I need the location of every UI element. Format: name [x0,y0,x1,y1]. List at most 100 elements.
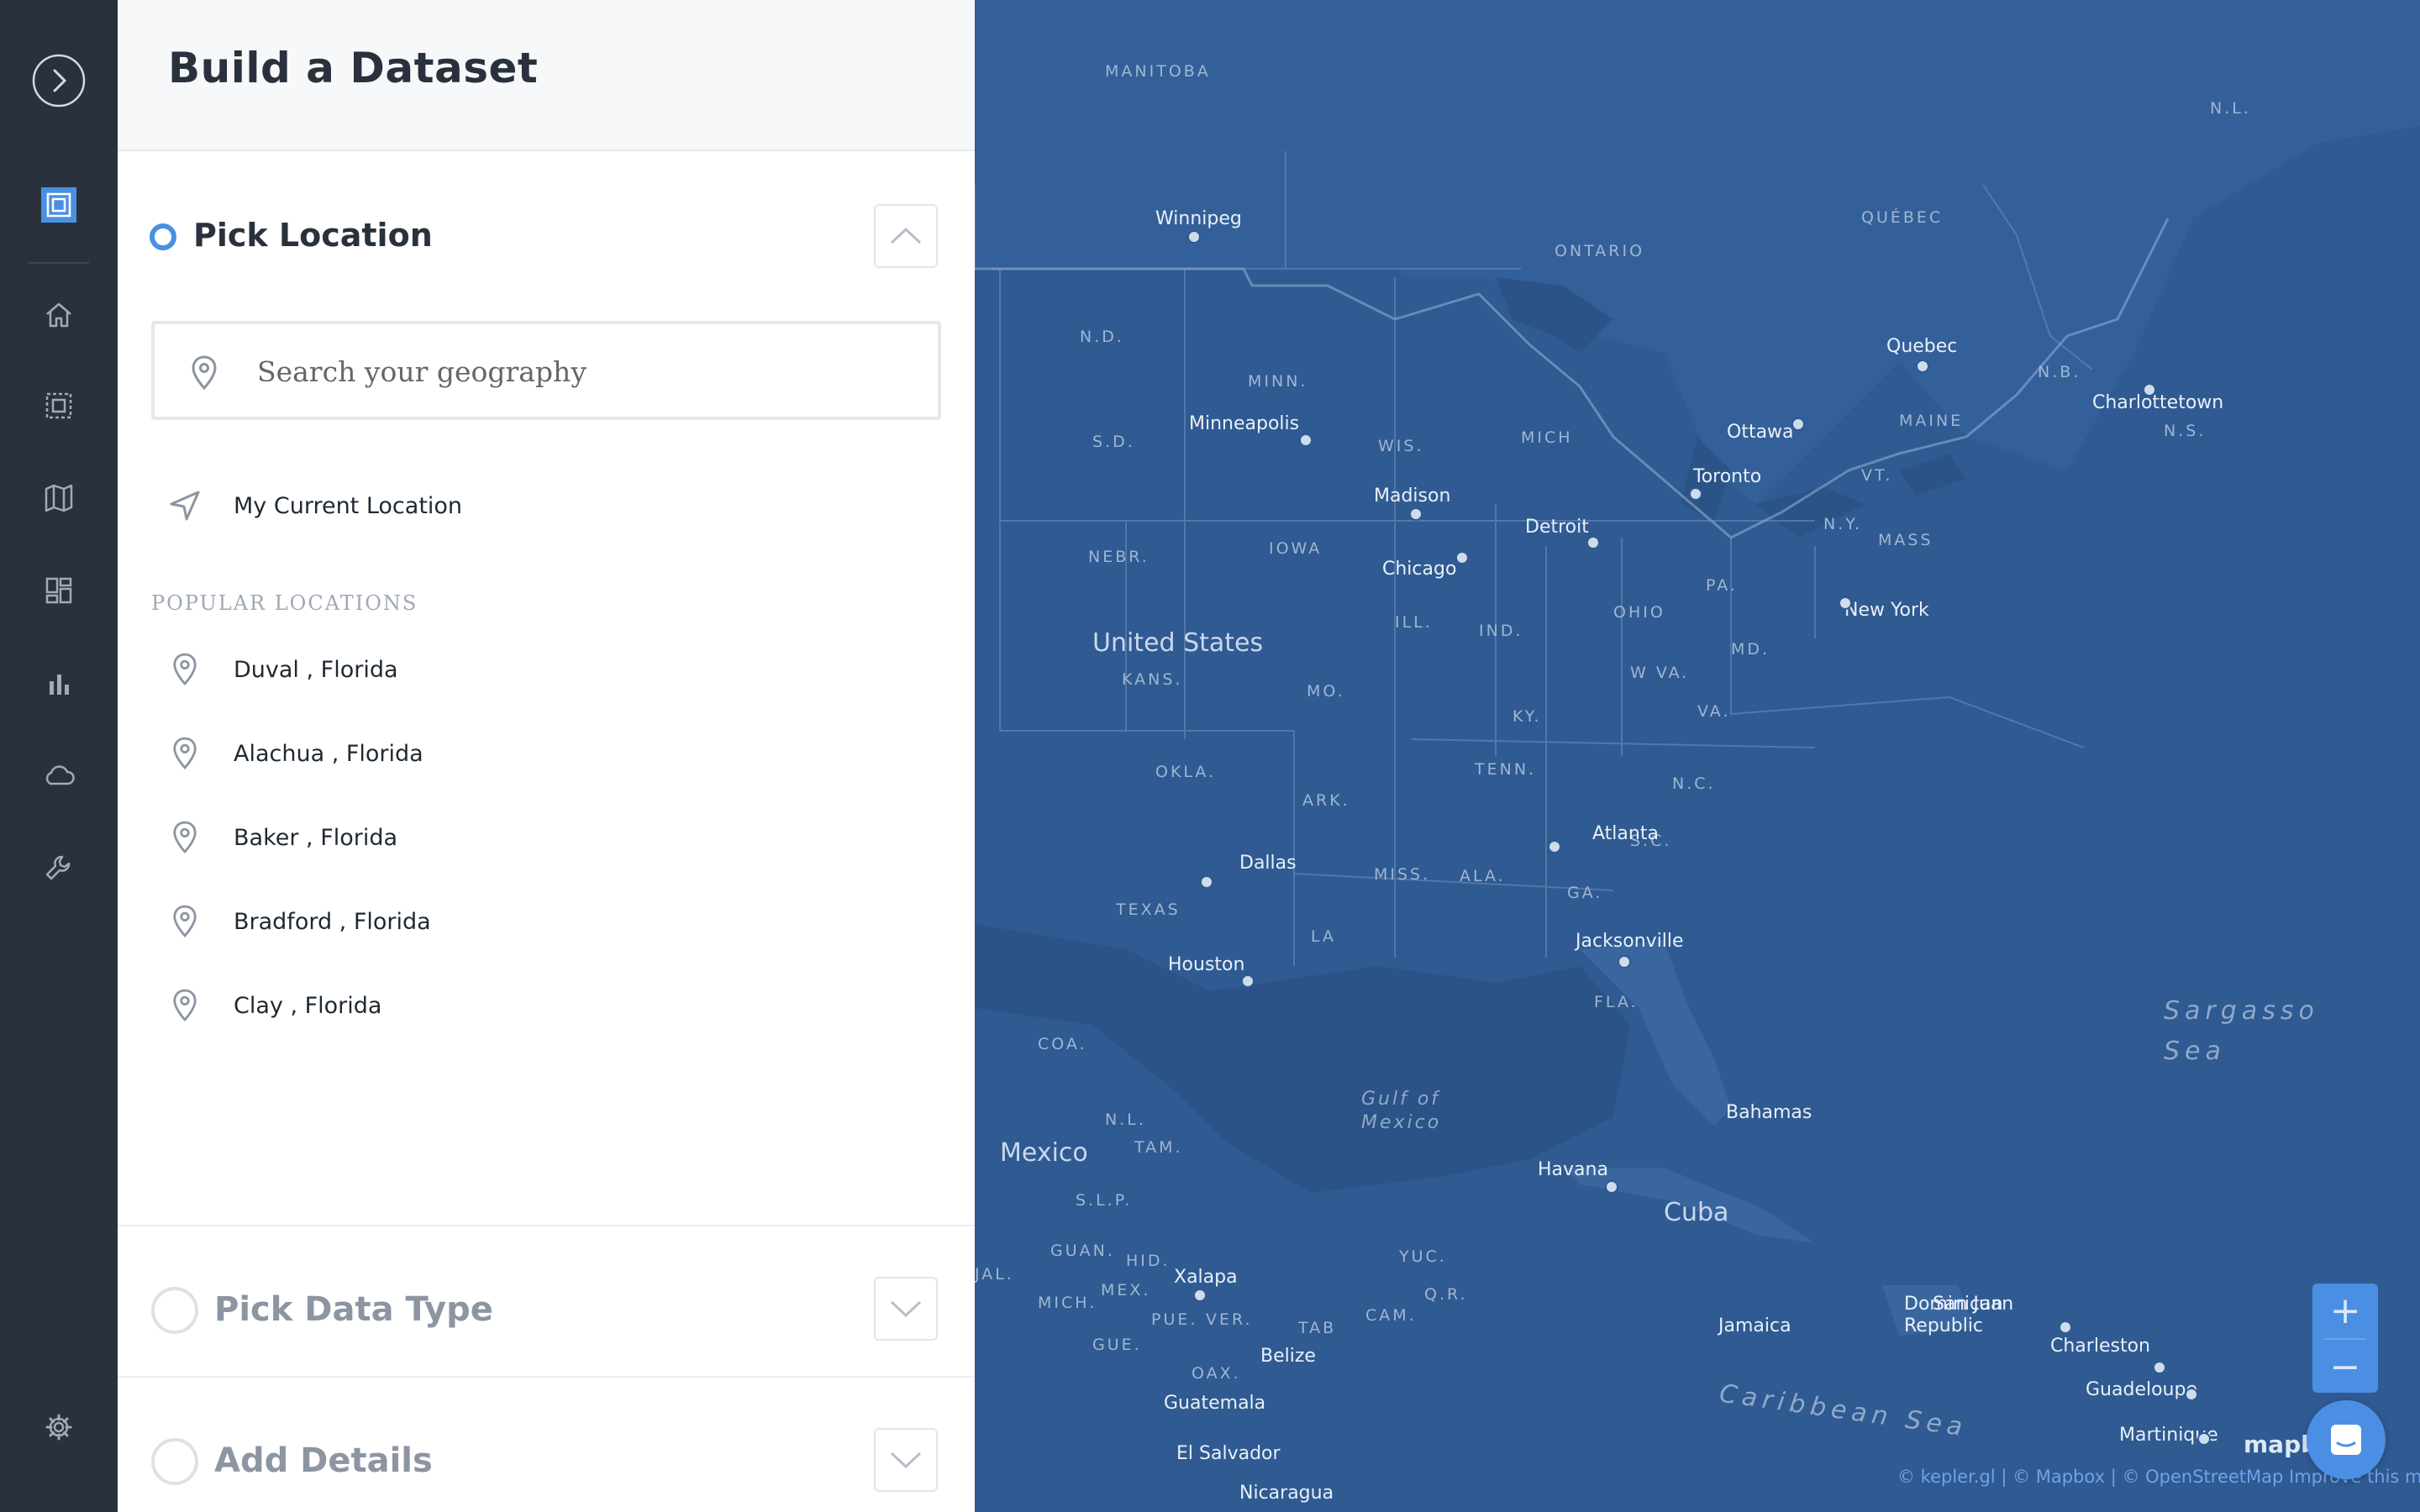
map-label-water: Gulf of Mexico [1361,1089,1442,1133]
map-label-state: N.Y. [1823,515,1863,533]
map-label-province: N.L. [2210,99,2251,118]
map-label-state: OKLA. [1155,763,1217,781]
city-marker [1839,596,1852,610]
popular-location-item[interactable]: Clay , Florida [151,972,941,1039]
city-marker [1193,1289,1207,1302]
map-label-province: ONTARIO [1555,242,1645,260]
map-label-state: TEXAS [1116,900,1181,919]
step-pick-location-title[interactable]: Pick Location [193,217,433,254]
map-label-city: Jacksonville [1576,931,1684,952]
city-marker [1791,417,1805,431]
map-label-city: Xalapa [1174,1267,1238,1288]
tools-icon [45,855,71,880]
nav-dashboard[interactable] [0,571,118,610]
map-label-state: PUE. [1151,1310,1198,1329]
map-label-state: GA. [1567,884,1603,902]
map-label-state: JAL. [975,1265,1014,1284]
location-pin-icon [151,735,218,772]
map-label-city: New York [1844,600,1929,621]
map-label-city: Houston [1168,954,1245,975]
map-label-state: PA. [1706,576,1738,595]
dataset-icon [45,392,72,419]
map-label-city: Ottawa [1727,422,1794,443]
city-marker [1916,360,1929,373]
expand-sidebar-button[interactable] [0,49,118,113]
map-label-state: MD. [1731,640,1770,659]
section-divider [118,1225,975,1226]
map-label-city: Nicaragua [1239,1483,1334,1504]
map-label-state: ILL. [1395,613,1433,632]
nav-cloud[interactable] [0,756,118,795]
brand-logo[interactable] [0,186,118,223]
map-label-city: Bahamas [1726,1102,1812,1123]
city-marker [2153,1361,2166,1374]
current-location-option[interactable]: My Current Location [151,472,941,539]
map-label-state: OAX. [1192,1364,1241,1383]
location-pin-icon [151,819,218,856]
map-view[interactable]: MANITOBA ONTARIO QUÉBEC N.D. MINN. S.D. … [975,0,2420,1512]
expand-step-button[interactable] [874,1277,938,1341]
page-title: Build a Dataset [168,44,539,92]
popular-location-label: Clay , Florida [234,992,382,1019]
nav-charts[interactable] [0,664,118,702]
panel-header: Build a Dataset [118,0,975,151]
brand-logo-icon [41,187,76,223]
city-marker [1455,551,1469,564]
zoom-out-button[interactable]: − [2312,1340,2378,1394]
chevron-down-icon [890,1452,922,1469]
map-label-state: HID. [1126,1252,1171,1270]
sidebar-rail [0,0,118,1512]
map-label-city: Quebec [1886,336,1958,357]
popular-location-item[interactable]: Alachua , Florida [151,720,941,787]
map-label-state: GUAN. [1050,1242,1115,1260]
nav-map[interactable] [0,479,118,517]
map-label-city: Belize [1260,1346,1316,1367]
map-label-state: KY. [1512,707,1542,726]
map-label-state: IOWA [1269,539,1323,558]
step-add-details-title[interactable]: Add Details [214,1441,433,1480]
popular-locations-heading: POPULAR LOCATIONS [151,591,418,615]
zoom-in-button[interactable]: + [2312,1284,2378,1338]
city-marker [2143,383,2156,396]
map-label-city: Atlanta [1592,823,1659,844]
location-pin-icon [192,355,217,391]
chat-support-button[interactable] [2307,1400,2386,1479]
collapse-step-button[interactable] [874,204,938,268]
city-marker [1586,536,1600,549]
popular-location-item[interactable]: Bradford , Florida [151,888,941,955]
map-label-province: QUÉBEC [1861,208,1944,227]
location-pin-icon [151,903,218,940]
map-label-state: TAB [1298,1319,1337,1337]
map-label-state: WIS. [1378,437,1424,455]
map-label-state: MAINE [1899,412,1964,430]
geography-search[interactable] [151,321,941,420]
expand-step-button[interactable] [874,1428,938,1492]
chevron-up-icon [890,227,922,244]
nav-tools[interactable] [0,848,118,887]
map-label-state: MISS. [1374,865,1431,884]
dataset-builder-panel: Build a Dataset Pick Location My Current… [118,0,975,1512]
map-label-city: Dominican Republic [1904,1294,2003,1336]
search-input[interactable] [255,344,914,398]
step-pick-data-type-title[interactable]: Pick Data Type [214,1290,493,1329]
map-label-city: Jamaica [1718,1315,1791,1336]
nav-home[interactable] [0,296,118,334]
chevron-right-icon [32,54,86,108]
popular-location-label: Duval , Florida [234,656,398,683]
nav-settings[interactable] [0,1408,118,1446]
map-label-city: Havana [1538,1159,1608,1180]
nav-dataset[interactable] [0,386,118,425]
popular-location-item[interactable]: Duval , Florida [151,636,941,703]
map-label-city: Toronto [1693,466,1762,487]
rail-divider [29,262,89,264]
map-label-state: VT. [1861,466,1893,485]
city-marker [2197,1432,2211,1446]
map-label-city: Dallas [1239,853,1297,874]
map-label-water: Sargasso Sea [2164,996,2319,1066]
chevron-down-icon [890,1300,922,1318]
map-label-city: Detroit [1525,517,1589,538]
popular-location-label: Alachua , Florida [234,740,424,767]
map-label-state: N.L. [1105,1110,1146,1129]
city-marker [1409,507,1423,521]
popular-location-item[interactable]: Baker , Florida [151,804,941,871]
